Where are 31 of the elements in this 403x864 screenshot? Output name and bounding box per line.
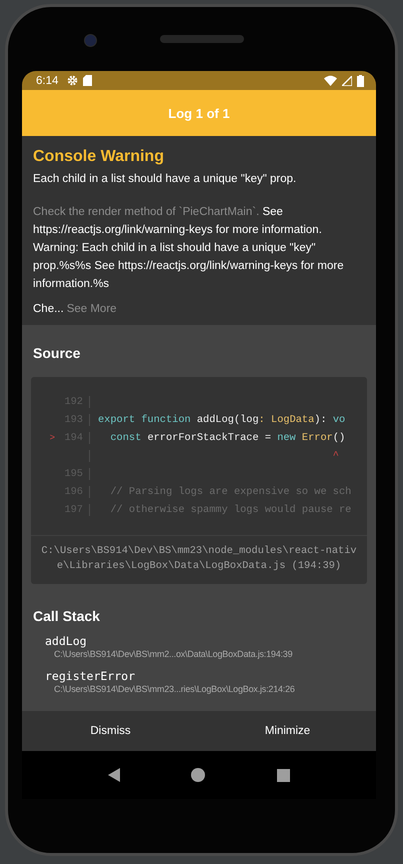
section-title: Source: [32, 345, 82, 361]
code-line: export function addLog(log: LogData): vo: [98, 414, 346, 426]
function-name: registerError: [45, 669, 136, 683]
status-time: 6:14: [36, 74, 58, 86]
file-path: C:\Users\BS914\Dev\BS\mm23\node_modules\react-native\Libraries\LogBox\Data\LogBoxData.js (194:39): [31, 535, 367, 584]
truncated-text: Che...: [33, 303, 64, 315]
footer-button[interactable]: Dismiss: [22, 711, 199, 751]
camera-lens: [84, 34, 97, 47]
signal-icon: [342, 76, 352, 86]
battery-icon: [357, 74, 364, 86]
stack-frame[interactable]: registerError C:\Users\BS914\Dev\BS\mm23...ries\LogBox\LogBox.js:214:26: [31, 659, 367, 694]
section-title: Call Stack: [32, 608, 101, 624]
wifi-icon: [324, 75, 337, 86]
stack-frame[interactable]: addLog C:\Users\BS914\Dev\BS\mm2...ox\Data\LogBoxData.js:194:39: [31, 624, 367, 659]
sd-card-icon: [83, 75, 92, 86]
warning-message: Each child in a list should have a unique "key" prop.: [33, 173, 298, 185]
recents-icon[interactable]: [277, 768, 290, 782]
footer-button[interactable]: Minimize: [199, 711, 376, 751]
log-title: Log 1 of 1: [168, 106, 230, 120]
code-line: ^: [332, 450, 339, 462]
see-more-link[interactable]: See More: [66, 303, 117, 315]
frame-location: C:\Users\BS914\Dev\BS\mm2...ox\Data\LogBoxData.js:194:39: [53, 649, 294, 659]
function-name: addLog: [45, 634, 88, 648]
home-icon[interactable]: [191, 768, 206, 782]
warning-title: Console Warning: [33, 148, 165, 166]
frame-location: C:\Users\BS914\Dev\BS\mm23...ries\LogBox\LogBox.js:214:26: [53, 684, 296, 694]
back-icon[interactable]: [108, 768, 120, 782]
gear-icon: [67, 75, 78, 86]
warning-detail: Check the render method of `PieChartMain`. See https://reactjs.org/link/warning-keys for more information. Warning: Each child in a list should have a unique "key" prop.%s%s See https://reactjs.org/link/warning-keys for more information.%s: [33, 205, 345, 292]
code-line: const errorForStackTrace = new Error(): [109, 432, 346, 444]
error-marker: >: [48, 433, 55, 443]
